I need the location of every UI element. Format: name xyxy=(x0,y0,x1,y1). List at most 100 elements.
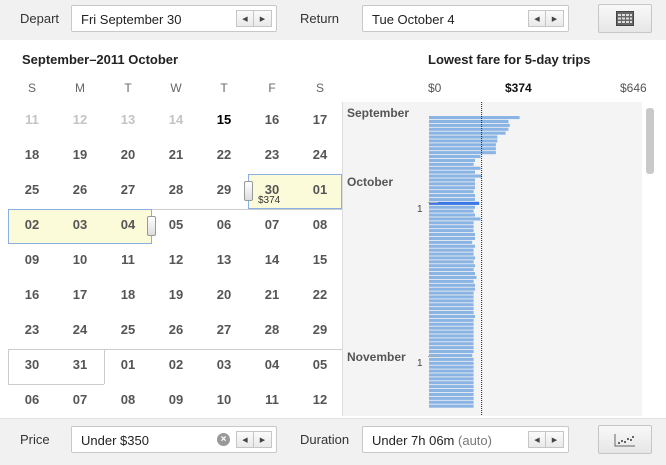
calendar-day[interactable]: 16 xyxy=(8,287,56,302)
fare-bar[interactable] xyxy=(429,158,475,162)
calendar-day[interactable]: 13 xyxy=(200,252,248,267)
fare-bar[interactable] xyxy=(429,326,474,330)
fare-bar[interactable] xyxy=(429,131,506,135)
fare-bar[interactable] xyxy=(429,248,474,252)
fare-bar[interactable] xyxy=(429,233,475,237)
calendar-day[interactable]: 16 xyxy=(248,112,296,127)
fare-bar[interactable] xyxy=(429,264,475,268)
price-field[interactable]: Under $350 × ◀ ▶ xyxy=(71,426,277,453)
calendar-day[interactable]: 18 xyxy=(8,147,56,162)
price-prev-button[interactable]: ◀ xyxy=(236,431,254,448)
calendar-day[interactable]: 08 xyxy=(104,392,152,407)
fare-bar[interactable] xyxy=(429,295,474,299)
fare-bar[interactable] xyxy=(429,350,474,354)
fare-bar[interactable] xyxy=(429,240,473,244)
calendar-day[interactable]: 14 xyxy=(152,112,200,127)
return-field[interactable]: Tue October 4 ◀ ▶ xyxy=(362,5,569,32)
fare-bar[interactable] xyxy=(429,229,474,233)
calendar-day[interactable]: 21 xyxy=(248,287,296,302)
depart-prev-button[interactable]: ◀ xyxy=(236,10,254,27)
fare-bar[interactable] xyxy=(429,322,474,326)
calendar-day[interactable]: 04 xyxy=(104,217,152,232)
departure-drag-handle[interactable] xyxy=(244,181,253,201)
fare-bar[interactable] xyxy=(429,400,474,404)
fare-bar[interactable] xyxy=(429,260,474,264)
fare-bar[interactable] xyxy=(429,256,475,260)
fare-bar[interactable] xyxy=(429,299,474,303)
fare-bar[interactable] xyxy=(429,283,475,287)
calendar-day[interactable]: 20 xyxy=(200,287,248,302)
fare-bar[interactable] xyxy=(429,287,475,291)
fare-bar[interactable] xyxy=(429,330,474,334)
fare-bar[interactable] xyxy=(429,338,474,342)
fare-bar[interactable] xyxy=(429,381,474,385)
fare-bar[interactable] xyxy=(429,123,510,127)
calendar-day[interactable]: 17 xyxy=(56,287,104,302)
scatter-view-button[interactable] xyxy=(598,425,652,454)
calendar-day[interactable]: 07 xyxy=(248,217,296,232)
fare-bar[interactable] xyxy=(429,272,475,276)
calendar-day[interactable]: 24 xyxy=(296,147,342,162)
fare-bar[interactable] xyxy=(429,116,520,120)
fare-bar[interactable] xyxy=(429,178,475,182)
calendar-day[interactable]: 09 xyxy=(152,392,200,407)
calendar-day[interactable]: 09 xyxy=(8,252,56,267)
calendar-day[interactable]: 29 xyxy=(200,182,248,197)
fare-bar[interactable] xyxy=(429,275,477,279)
chart-scrollbar[interactable] xyxy=(646,108,654,174)
depart-field[interactable]: Fri September 30 ◀ ▶ xyxy=(71,5,277,32)
calendar-day[interactable]: 17 xyxy=(296,112,342,127)
calendar-day[interactable]: 03 xyxy=(56,217,104,232)
fare-bar[interactable] xyxy=(429,389,474,393)
calendar-day[interactable]: 10 xyxy=(56,252,104,267)
duration-field[interactable]: Under 7h 06m (auto) ◀ ▶ xyxy=(362,426,569,453)
fare-bar[interactable] xyxy=(429,143,496,147)
calendar-day[interactable]: 01 xyxy=(104,357,152,372)
fare-bar[interactable] xyxy=(429,307,474,311)
fare-bar[interactable] xyxy=(429,279,474,283)
fare-chart[interactable]: September October November 1 1 xyxy=(342,102,642,416)
fare-bar[interactable] xyxy=(429,209,474,213)
calendar-day[interactable]: 05 xyxy=(152,217,200,232)
calendar-day[interactable]: 29 xyxy=(296,322,342,337)
fare-bar[interactable] xyxy=(429,166,481,170)
fare-bar[interactable] xyxy=(429,361,474,365)
fare-bar[interactable] xyxy=(429,244,475,248)
calendar-day[interactable]: 26 xyxy=(152,322,200,337)
fare-bar[interactable] xyxy=(429,377,474,381)
fare-bar[interactable] xyxy=(429,119,509,123)
duration-next-button[interactable]: ▶ xyxy=(546,431,564,448)
return-prev-button[interactable]: ◀ xyxy=(528,10,546,27)
calendar-day[interactable]: 18 xyxy=(104,287,152,302)
fare-bar[interactable] xyxy=(429,291,474,295)
return-next-button[interactable]: ▶ xyxy=(546,10,564,27)
calendar-day[interactable]: 23 xyxy=(248,147,296,162)
fare-bar[interactable] xyxy=(429,369,474,373)
fare-bar[interactable] xyxy=(429,194,475,198)
fare-bar[interactable] xyxy=(429,268,474,272)
fare-bar[interactable] xyxy=(429,303,474,307)
calendar-day[interactable]: 28 xyxy=(152,182,200,197)
fare-bar[interactable] xyxy=(429,318,474,322)
calendar-day[interactable]: 15 xyxy=(200,112,248,127)
fare-bar[interactable] xyxy=(429,186,475,190)
calendar-day[interactable]: 07 xyxy=(56,392,104,407)
fare-bar[interactable] xyxy=(429,213,475,217)
calendar-day[interactable]: 22 xyxy=(200,147,248,162)
fare-bar[interactable] xyxy=(429,385,474,389)
fare-bar[interactable] xyxy=(429,404,474,408)
calendar-day[interactable]: 08 xyxy=(296,217,342,232)
fare-bar[interactable] xyxy=(429,357,474,361)
calendar-day[interactable]: 11 xyxy=(8,112,56,127)
calendar-day[interactable]: 26 xyxy=(56,182,104,197)
calendar-day[interactable]: 31 xyxy=(56,357,104,372)
calendar-day[interactable]: 03 xyxy=(200,357,248,372)
calendar-day[interactable]: 02 xyxy=(152,357,200,372)
fare-bar[interactable] xyxy=(429,197,475,201)
fare-bar[interactable] xyxy=(429,127,509,131)
return-drag-handle[interactable] xyxy=(147,216,156,236)
calendar-view-button[interactable] xyxy=(598,4,652,33)
calendar-day[interactable]: 19 xyxy=(56,147,104,162)
fare-bar[interactable] xyxy=(429,190,474,194)
calendar-day[interactable]: 25 xyxy=(8,182,56,197)
